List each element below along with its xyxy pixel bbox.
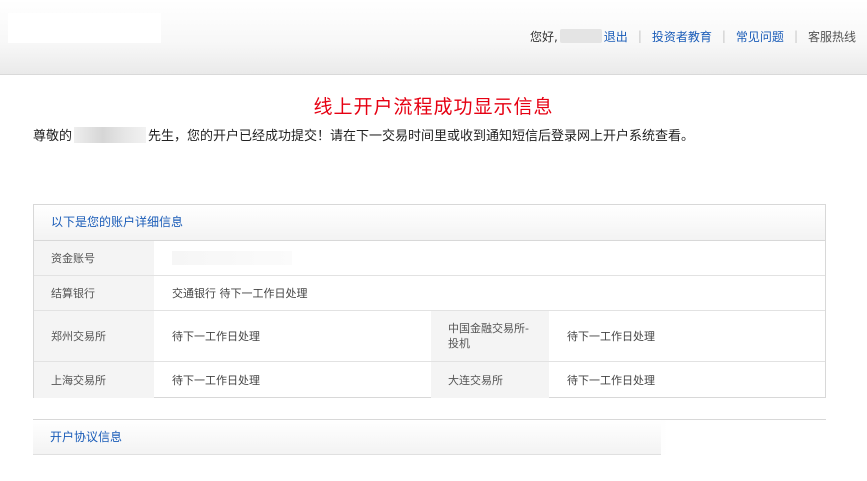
table-row: 资金账号 bbox=[34, 241, 825, 276]
page-headline: 线上开户流程成功显示信息 bbox=[313, 96, 554, 118]
investor-education-link[interactable]: 投资者教育 bbox=[652, 28, 712, 45]
zhengzhou-exchange-label: 郑州交易所 bbox=[34, 311, 154, 361]
cffex-speculation-label: 中国金融交易所-投机 bbox=[431, 311, 549, 361]
message-prefix: 尊敬的 bbox=[33, 129, 73, 144]
success-message: 尊敬的 先生，您的开户已经成功提交！请在下一交易时间里或收到通知短信后登录网上开… bbox=[33, 125, 694, 144]
table-row: 郑州交易所 待下一工作日处理 中国金融交易所-投机 待下一工作日处理 bbox=[34, 311, 825, 362]
shanghai-exchange-label: 上海交易所 bbox=[34, 362, 154, 398]
top-header: 您好, 退出 | 投资者教育 | 常见问题 | 客服热线 bbox=[0, 0, 867, 75]
account-panel-title: 以下是您的账户详细信息 bbox=[34, 205, 825, 241]
customer-name-mask bbox=[74, 126, 147, 143]
zhengzhou-exchange-value: 待下一工作日处理 bbox=[172, 330, 260, 343]
greeting-text: 您好, bbox=[529, 29, 558, 44]
message-suffix: 先生，您的开户已经成功提交！请在下一交易时间里或收到通知短信后登录网上开户系统查… bbox=[148, 129, 695, 144]
faq-link[interactable]: 常见问题 bbox=[736, 28, 784, 45]
header-nav: 您好, 退出 | 投资者教育 | 常见问题 | 客服热线 bbox=[530, 28, 856, 44]
table-row: 结算银行 交通银行 待下一工作日处理 bbox=[34, 276, 825, 311]
cffex-speculation-value: 待下一工作日处理 bbox=[567, 330, 655, 343]
fund-account-mask bbox=[172, 251, 292, 265]
nav-divider: | bbox=[637, 29, 642, 43]
logout-link[interactable]: 退出 bbox=[604, 28, 628, 45]
dalian-exchange-value: 待下一工作日处理 bbox=[567, 374, 655, 387]
username-mask bbox=[559, 29, 602, 43]
shanghai-exchange-value: 待下一工作日处理 bbox=[172, 374, 260, 387]
settlement-bank-label: 结算银行 bbox=[34, 276, 154, 310]
nav-divider: | bbox=[721, 29, 726, 43]
table-row: 上海交易所 待下一工作日处理 大连交易所 待下一工作日处理 bbox=[34, 362, 825, 398]
settlement-bank-value: 交通银行 待下一工作日处理 bbox=[172, 287, 308, 300]
nav-divider: | bbox=[793, 29, 798, 43]
hotline-text: 客服热线 bbox=[807, 29, 856, 44]
fund-account-label: 资金账号 bbox=[34, 241, 154, 275]
logo-area bbox=[8, 13, 161, 43]
agreement-panel: 开户协议信息 bbox=[33, 419, 826, 455]
account-details-panel: 以下是您的账户详细信息 资金账号 结算银行 交通银行 待下一工作日处理 郑州交易… bbox=[33, 204, 826, 398]
agreement-panel-title: 开户协议信息 bbox=[33, 420, 661, 455]
fund-account-value bbox=[154, 241, 825, 275]
dalian-exchange-label: 大连交易所 bbox=[431, 362, 549, 398]
